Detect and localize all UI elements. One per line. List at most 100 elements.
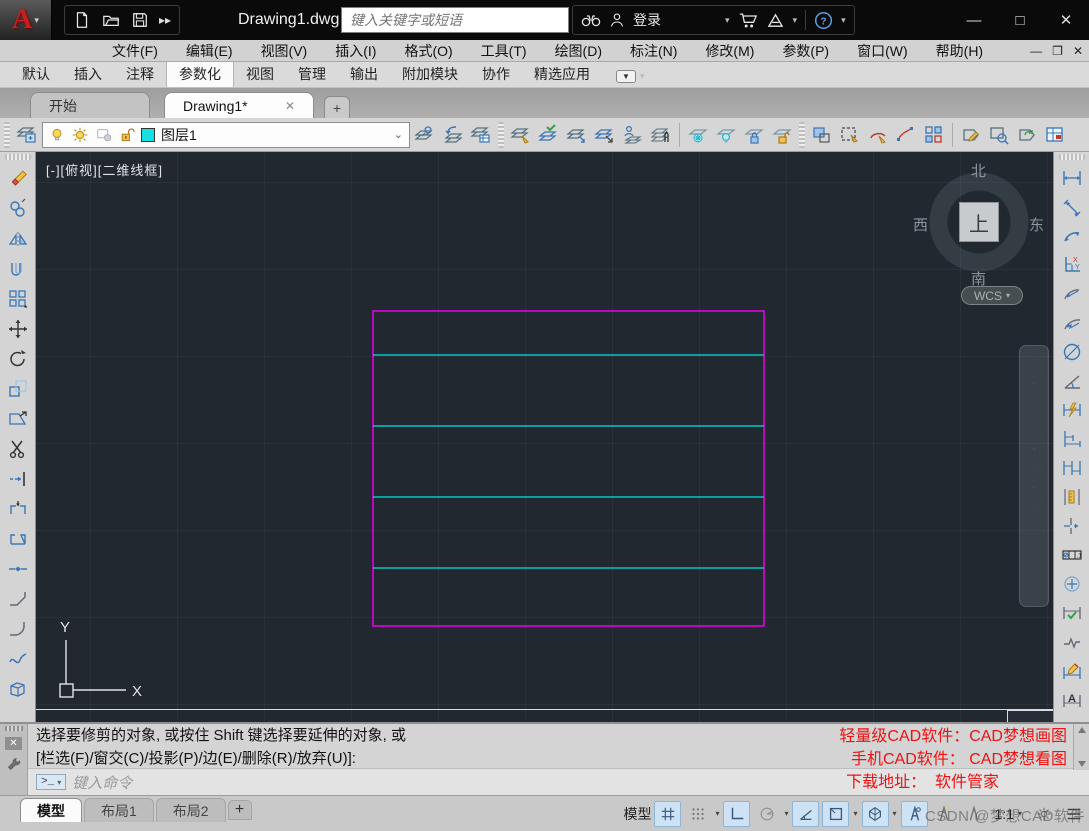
arc-length-dimension-button[interactable] — [1057, 222, 1087, 250]
aligned-dimension-button[interactable] — [1057, 193, 1087, 221]
sign-in-dropdown-icon[interactable]: ▾ — [725, 15, 730, 26]
edit-attributes-button[interactable] — [958, 121, 984, 149]
tab-drawing1[interactable]: Drawing1*✕ — [164, 92, 314, 118]
ribbon-tab-annotate[interactable]: 注释 — [114, 61, 166, 87]
command-input-row[interactable]: >_▾ 键入命令 下载地址： 软件管家 — [28, 768, 1089, 795]
ribbon-collapse-icon[interactable]: ▼ — [616, 70, 636, 83]
erase-button[interactable] — [3, 164, 33, 193]
ribbon-tab-parametric[interactable]: 参数化 — [166, 60, 234, 87]
tab-close-icon[interactable]: ✕ — [285, 99, 295, 113]
toolbar-grip[interactable] — [498, 122, 504, 148]
menu-file[interactable]: 文件(F) — [98, 40, 172, 62]
drawing-canvas[interactable]: [-][俯视][二维线框] 北 西 东 南 上 WCS▾ ▾ ▾ ▾ — [36, 152, 1053, 722]
model-space-label[interactable]: 模型 — [623, 804, 651, 824]
autodesk360-icon[interactable] — [766, 12, 785, 29]
maximize-button[interactable]: □ — [997, 0, 1043, 40]
command-input[interactable]: 键入命令 — [72, 772, 132, 793]
drawing-window-corner[interactable] — [1007, 710, 1053, 722]
diameter-dimension-button[interactable] — [1057, 338, 1087, 366]
annotation-monitor-button[interactable] — [1042, 121, 1068, 149]
tab-layout1[interactable]: 布局1 — [84, 798, 154, 822]
radius-dimension-button[interactable] — [1057, 280, 1087, 308]
ribbon-tab-manage[interactable]: 管理 — [286, 61, 338, 87]
break-button[interactable] — [3, 524, 33, 553]
wheel-dropdown-icon[interactable]: ▾ — [1032, 382, 1036, 386]
break-at-point-button[interactable] — [3, 494, 33, 523]
layer-dropdown[interactable]: 图层1 ⌄ — [42, 122, 410, 148]
help-search-box[interactable] — [341, 7, 569, 33]
toolbar-grip[interactable] — [4, 122, 10, 148]
scale-button[interactable] — [3, 374, 33, 403]
extend-button[interactable] — [3, 464, 33, 493]
ribbon-tab-featured[interactable]: 精选应用 — [522, 61, 602, 87]
layer-freeze-object-button[interactable] — [685, 121, 711, 149]
menu-insert[interactable]: 插入(I) — [321, 40, 390, 62]
clip-button[interactable] — [837, 121, 863, 149]
app-store-cart-icon[interactable] — [738, 12, 758, 29]
copy-button[interactable] — [3, 194, 33, 223]
menu-parametric[interactable]: 参数(P) — [768, 40, 843, 62]
layer-previous-button[interactable] — [440, 121, 466, 149]
menu-modify[interactable]: 修改(M) — [691, 40, 768, 62]
viewcube-east-label[interactable]: 东 — [1029, 214, 1044, 235]
close-button[interactable]: ✕ — [1043, 0, 1089, 40]
layer-off-object-button[interactable] — [713, 121, 739, 149]
ordinate-dimension-button[interactable]: XY — [1057, 251, 1087, 279]
viewcube-north-label[interactable]: 北 — [971, 160, 986, 181]
linear-dimension-button[interactable] — [1057, 164, 1087, 192]
rotate-button[interactable] — [3, 344, 33, 373]
polar-tracking-toggle[interactable] — [753, 801, 780, 827]
offset-button[interactable] — [3, 254, 33, 283]
draw-order-arc-button[interactable] — [865, 121, 891, 149]
continue-dimension-button[interactable] — [1057, 454, 1087, 482]
scroll-up-icon[interactable] — [1078, 727, 1086, 733]
menu-tools[interactable]: 工具(T) — [467, 40, 541, 62]
layer-walk-button[interactable] — [620, 121, 646, 149]
inspect-dimension-button[interactable] — [1057, 599, 1087, 627]
menu-help[interactable]: 帮助(H) — [922, 40, 997, 62]
new-file-icon[interactable] — [73, 11, 91, 29]
dimension-break-button[interactable] — [1057, 512, 1087, 540]
layer-on-bulb-icon[interactable] — [49, 126, 65, 144]
orbit-icon[interactable] — [1023, 458, 1045, 480]
annotation-visibility-toggle[interactable] — [901, 801, 928, 827]
tab-start[interactable]: 开始 — [30, 92, 150, 118]
make-object-layer-current-button[interactable] — [412, 121, 438, 149]
dimension-text-edit-button[interactable]: A — [1057, 686, 1087, 714]
ribbon-collapse-dropdown-icon[interactable]: ▾ — [640, 71, 645, 82]
zoom-dropdown-icon[interactable]: ▾ — [1032, 448, 1036, 452]
isolate-layer-button[interactable] — [648, 121, 674, 149]
join-button[interactable] — [3, 554, 33, 583]
ortho-toggle[interactable] — [723, 801, 750, 827]
osnap3d-dropdown-icon[interactable]: ▾ — [893, 809, 897, 818]
snap-dropdown-icon[interactable]: ▾ — [715, 809, 719, 818]
doc-minimize-icon[interactable]: — — [1030, 44, 1042, 58]
viewport-controls-label[interactable]: [-][俯视][二维线框] — [46, 160, 163, 179]
toolbar-grip[interactable] — [1059, 154, 1085, 160]
edit-polyline-button[interactable] — [893, 121, 919, 149]
tolerance-button[interactable]: .1 — [1057, 541, 1087, 569]
copy-objects-to-new-layer-button[interactable] — [592, 121, 618, 149]
pan-hand-icon[interactable] — [1023, 392, 1045, 414]
command-customize-wrench-icon[interactable] — [6, 756, 22, 772]
layer-dropdown-chevron-icon[interactable]: ⌄ — [394, 128, 403, 141]
object-snap-toggle[interactable] — [822, 801, 849, 827]
help-icon[interactable]: ? — [814, 11, 833, 30]
trim-button[interactable] — [3, 434, 33, 463]
navigation-wheel-icon[interactable] — [1023, 354, 1045, 376]
ribbon-tab-view[interactable]: 视图 — [234, 61, 286, 87]
angular-dimension-button[interactable] — [1057, 367, 1087, 395]
ribbon-tab-default[interactable]: 默认 — [10, 61, 62, 87]
dimension-edit-button[interactable] — [1057, 657, 1087, 685]
magenta-rectangle-entity[interactable] — [373, 311, 764, 626]
isodraft-toggle[interactable] — [792, 801, 819, 827]
layer-unlock-icon[interactable] — [119, 126, 135, 144]
dimension-space-button[interactable] — [1057, 483, 1087, 511]
command-history-scrollbar[interactable] — [1073, 724, 1089, 770]
sync-attributes-button[interactable] — [1014, 121, 1040, 149]
fillet-button[interactable] — [3, 614, 33, 643]
doc-restore-icon[interactable]: ❐ — [1052, 44, 1063, 58]
layer-lock-button[interactable] — [741, 121, 767, 149]
layer-states-button[interactable] — [468, 121, 494, 149]
toolbar-grip[interactable] — [5, 154, 31, 160]
